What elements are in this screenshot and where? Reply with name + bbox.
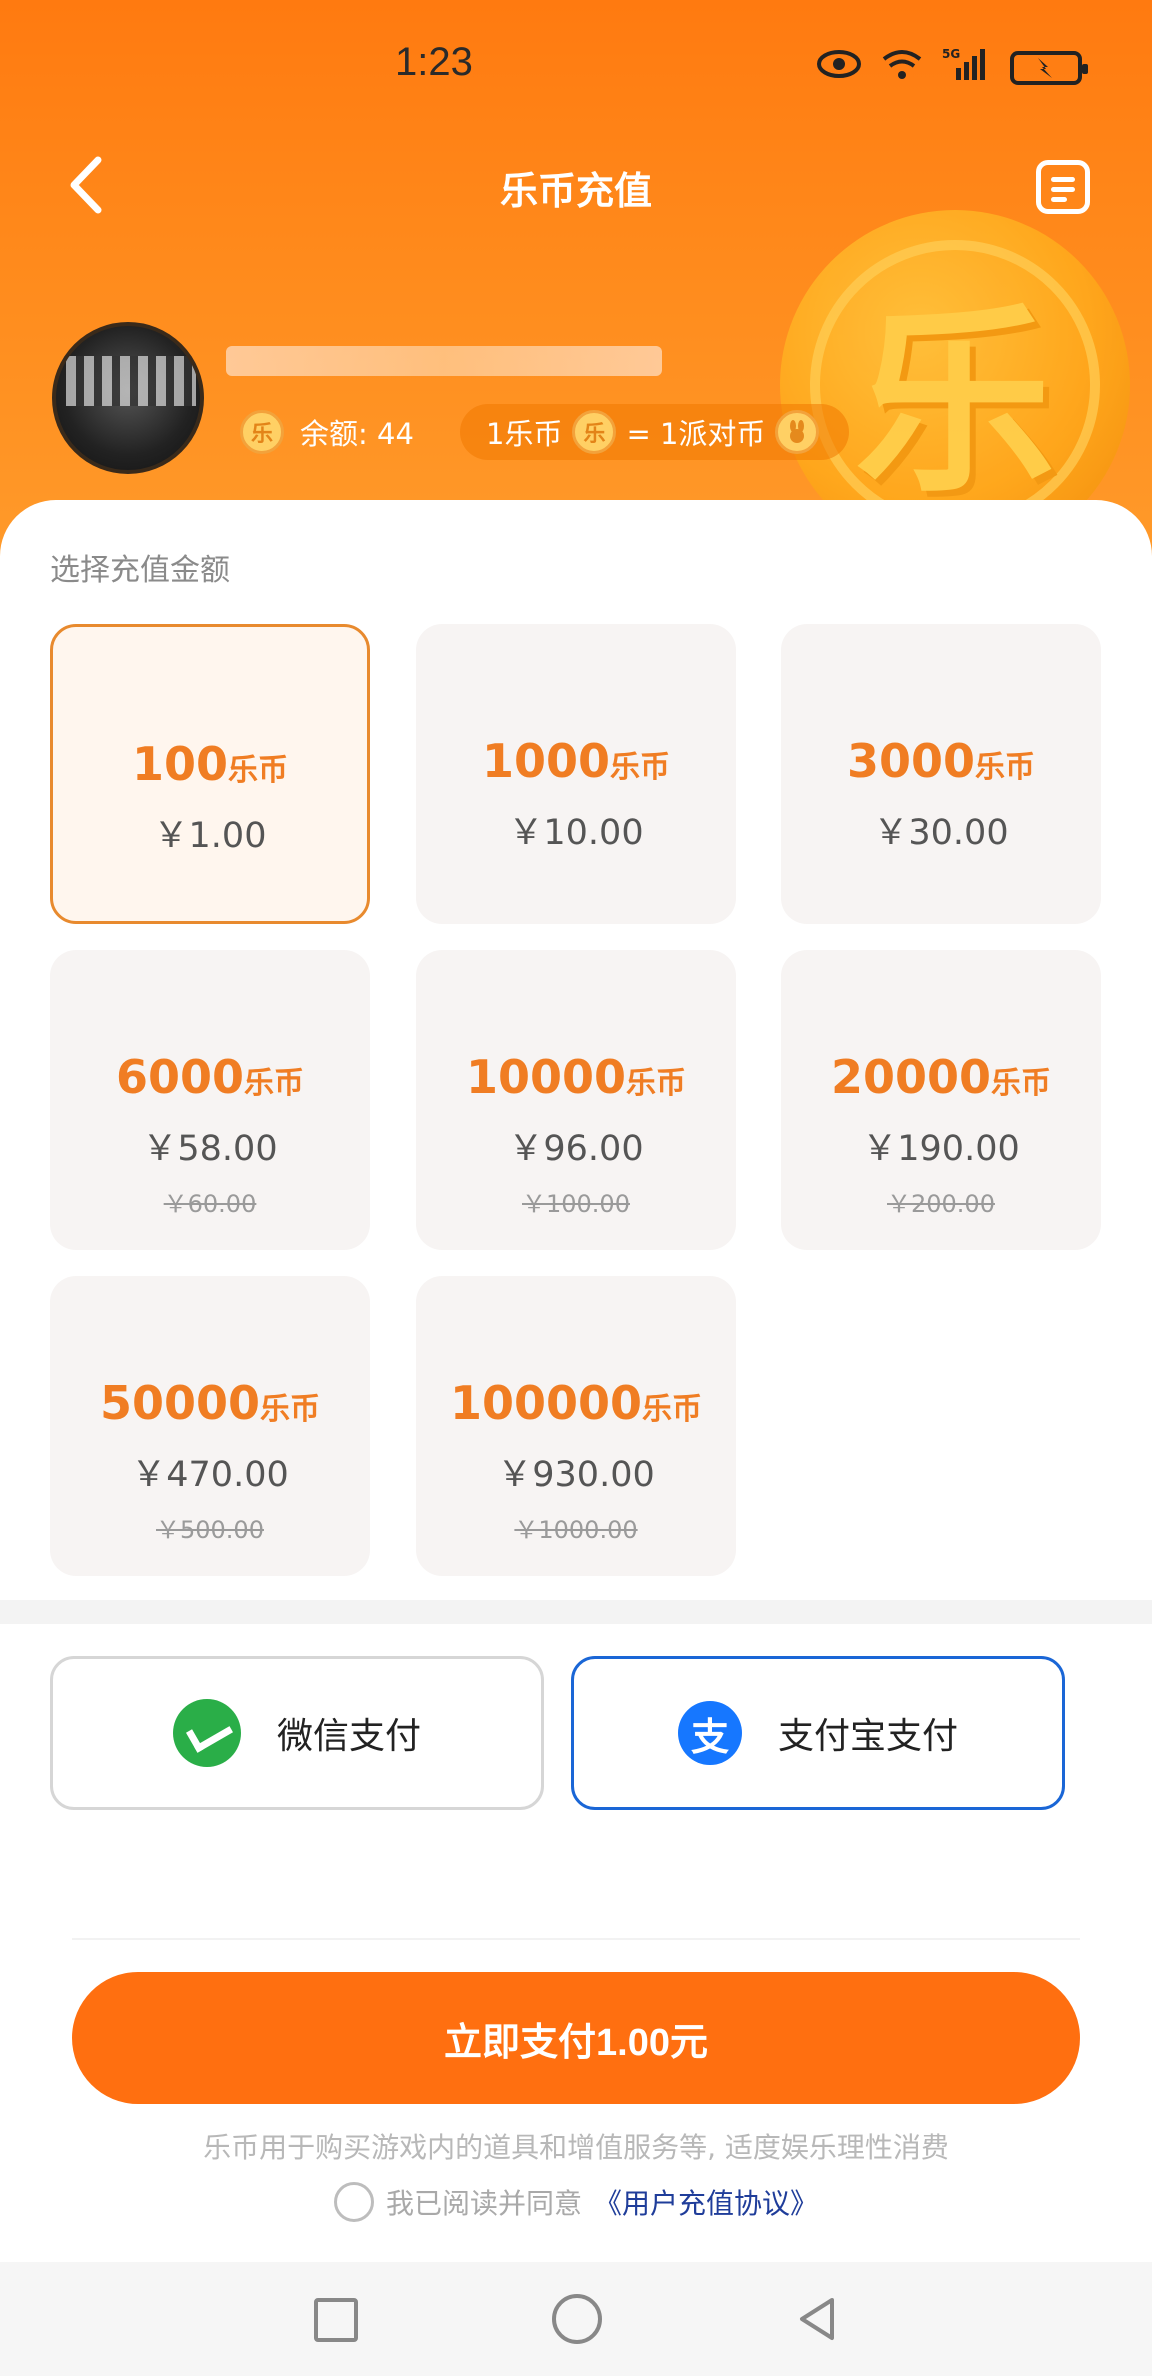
alipay-icon: 支 bbox=[677, 1701, 742, 1765]
option-coins: 10000 bbox=[465, 1050, 627, 1104]
page-title: 乐币充值 bbox=[499, 169, 652, 213]
option-original-price: ￥60.00 bbox=[163, 1190, 257, 1218]
status-icons: 5G bbox=[816, 46, 1088, 90]
option-unit: 乐币 bbox=[610, 750, 671, 785]
battery-icon bbox=[1010, 51, 1088, 85]
recharge-option-20000[interactable]: 20000乐币 ￥190.00 ￥200.00 bbox=[781, 950, 1101, 1250]
alipay-label: 支付宝支付 bbox=[777, 1716, 958, 1757]
coin-icon: 乐 bbox=[572, 410, 617, 454]
list-icon bbox=[1051, 177, 1075, 182]
section-divider bbox=[0, 1600, 1152, 1624]
option-price: ￥190.00 bbox=[862, 1129, 1020, 1169]
status-time: 1:23 bbox=[395, 40, 473, 84]
rate-right: = 1派对币 bbox=[626, 417, 766, 451]
section-label: 选择充值金额 bbox=[50, 553, 230, 588]
agree-checkbox[interactable] bbox=[333, 2182, 374, 2222]
option-price: ￥10.00 bbox=[508, 813, 644, 853]
recharge-option-50000[interactable]: 50000乐币 ￥470.00 ￥500.00 bbox=[50, 1276, 370, 1576]
option-original-price: ￥500.00 bbox=[156, 1516, 264, 1544]
wechat-pay-label: 微信支付 bbox=[276, 1716, 421, 1757]
records-button[interactable] bbox=[1036, 160, 1090, 214]
signal-icon: 5G bbox=[942, 46, 992, 90]
option-unit: 乐币 bbox=[975, 750, 1036, 785]
username-blurred bbox=[226, 346, 662, 376]
option-price: ￥1.00 bbox=[153, 816, 267, 856]
wifi-icon bbox=[880, 47, 924, 89]
option-original-price: ￥200.00 bbox=[887, 1190, 995, 1218]
pay-now-button[interactable]: 立即支付1.00元 bbox=[72, 1972, 1080, 2104]
option-price: ￥930.00 bbox=[497, 1455, 655, 1495]
eye-icon bbox=[816, 49, 862, 87]
status-bar: 1:23 5G bbox=[0, 0, 1152, 130]
recharge-option-10000[interactable]: 10000乐币 ￥96.00 ￥100.00 bbox=[416, 950, 736, 1250]
option-coins: 1000 bbox=[481, 734, 611, 788]
agreement-row: 我已阅读并同意 《用户充值协议》 bbox=[0, 2182, 1152, 2222]
option-unit: 乐币 bbox=[991, 1066, 1052, 1101]
home-icon[interactable] bbox=[552, 2294, 602, 2344]
option-original-price: ￥1000.00 bbox=[514, 1516, 638, 1544]
balance-info: 乐 余额: 44 bbox=[240, 404, 414, 460]
usage-note: 乐币用于购买游戏内的道具和增值服务等, 适度娱乐理性消费 bbox=[203, 2131, 949, 2164]
recharge-option-6000[interactable]: 6000乐币 ￥58.00 ￥60.00 bbox=[50, 950, 370, 1250]
recharge-option-100[interactable]: 100乐币 ￥1.00 bbox=[50, 624, 370, 924]
option-unit: 乐币 bbox=[228, 753, 289, 788]
option-coins: 100 bbox=[131, 737, 229, 791]
option-coins: 6000 bbox=[115, 1050, 245, 1104]
option-unit: 乐币 bbox=[626, 1066, 687, 1101]
option-unit: 乐币 bbox=[244, 1066, 305, 1101]
option-price: ￥30.00 bbox=[873, 813, 1009, 853]
wechat-pay-button[interactable]: 微信支付 bbox=[50, 1656, 544, 1810]
agreement-link[interactable]: 《用户充值协议》 bbox=[594, 2182, 818, 2222]
divider bbox=[72, 1938, 1080, 1940]
recharge-option-100000[interactable]: 100000乐币 ￥930.00 ￥1000.00 bbox=[416, 1276, 736, 1576]
wechat-icon bbox=[172, 1699, 241, 1767]
option-coins: 20000 bbox=[830, 1050, 992, 1104]
alipay-button[interactable]: 支 支付宝支付 bbox=[571, 1656, 1065, 1810]
option-coins: 100000 bbox=[449, 1376, 643, 1430]
option-unit: 乐币 bbox=[260, 1392, 321, 1427]
recharge-option-3000[interactable]: 3000乐币 ￥30.00 bbox=[781, 624, 1101, 924]
exchange-rate-badge: 1乐币 乐 = 1派对币 bbox=[460, 404, 850, 460]
network-label: 5G bbox=[942, 47, 960, 61]
coin-icon: 乐 bbox=[240, 410, 284, 454]
option-price: ￥96.00 bbox=[508, 1129, 644, 1169]
party-coin-icon bbox=[775, 410, 820, 454]
option-unit: 乐币 bbox=[642, 1392, 703, 1427]
option-price: ￥58.00 bbox=[142, 1129, 278, 1169]
recharge-option-1000[interactable]: 1000乐币 ￥10.00 bbox=[416, 624, 736, 924]
option-price: ￥470.00 bbox=[131, 1455, 289, 1495]
rate-left: 1乐币 bbox=[486, 417, 563, 451]
agree-text: 我已阅读并同意 bbox=[385, 2187, 582, 2220]
nav-back-icon[interactable] bbox=[792, 2294, 842, 2344]
recent-apps-icon[interactable] bbox=[314, 2298, 358, 2342]
option-original-price: ￥100.00 bbox=[522, 1190, 630, 1218]
balance-label: 余额: 44 bbox=[300, 417, 414, 451]
option-coins: 3000 bbox=[846, 734, 976, 788]
option-coins: 50000 bbox=[99, 1376, 261, 1430]
avatar bbox=[52, 322, 204, 474]
